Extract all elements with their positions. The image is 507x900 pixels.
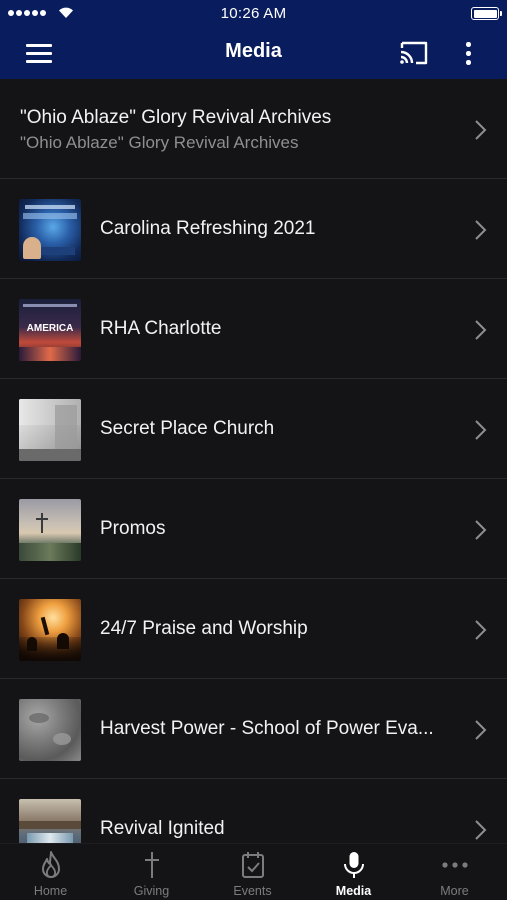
list-item[interactable]: Harvest Power - School of Power Eva... bbox=[0, 679, 507, 779]
list-item[interactable]: Promos bbox=[0, 479, 507, 579]
chevron-right-icon bbox=[475, 420, 487, 440]
status-bar: 10:26 AM bbox=[0, 0, 507, 27]
thumbnail-image bbox=[19, 399, 81, 461]
list-item-title: Carolina Refreshing 2021 bbox=[100, 218, 316, 239]
list-item[interactable]: Carolina Refreshing 2021 bbox=[0, 179, 507, 279]
list-item-title: 24/7 Praise and Worship bbox=[100, 618, 308, 639]
thumbnail-image: AMERICA bbox=[19, 299, 81, 361]
list-item[interactable]: "Ohio Ablaze" Glory Revival Archives "Oh… bbox=[0, 79, 507, 179]
thumbnail-image bbox=[19, 699, 81, 761]
tab-events[interactable]: Events bbox=[202, 844, 303, 900]
tab-label: Home bbox=[33, 884, 68, 898]
list-item-title: RHA Charlotte bbox=[100, 318, 222, 339]
list-item-subtitle: "Ohio Ablaze" Glory Revival Archives bbox=[20, 133, 299, 152]
calendar-check-icon bbox=[241, 852, 264, 878]
thumbnail-caption: AMERICA bbox=[26, 323, 74, 334]
tab-home[interactable]: Home bbox=[0, 844, 101, 900]
chevron-right-icon bbox=[475, 120, 487, 140]
list-item[interactable]: 24/7 Praise and Worship bbox=[0, 579, 507, 679]
tab-giving[interactable]: Giving bbox=[101, 844, 202, 900]
tab-label: More bbox=[440, 884, 469, 898]
more-dots-icon bbox=[441, 862, 468, 868]
thumbnail-image bbox=[19, 499, 81, 561]
thumbnail-image bbox=[19, 599, 81, 661]
navigation-bar: Media bbox=[0, 27, 507, 79]
thumbnail-image bbox=[19, 199, 81, 261]
more-options-icon[interactable] bbox=[455, 39, 481, 67]
chevron-right-icon bbox=[475, 320, 487, 340]
tab-more[interactable]: More bbox=[404, 844, 505, 900]
list-item[interactable]: Secret Place Church bbox=[0, 379, 507, 479]
list-item-title: Promos bbox=[100, 518, 166, 539]
chevron-right-icon bbox=[475, 820, 487, 840]
list-item-title: Revival Ignited bbox=[100, 818, 225, 839]
tab-label: Media bbox=[335, 884, 372, 898]
list-item-title: "Ohio Ablaze" Glory Revival Archives bbox=[20, 107, 332, 128]
chevron-right-icon bbox=[475, 520, 487, 540]
microphone-icon bbox=[343, 852, 364, 878]
cross-icon bbox=[144, 852, 159, 878]
list-item[interactable]: Revival Ignited bbox=[0, 779, 507, 843]
tab-label: Events bbox=[233, 884, 272, 898]
tab-label: Giving bbox=[133, 884, 170, 898]
top-bar: 10:26 AM Media bbox=[0, 0, 507, 79]
chevron-right-icon bbox=[475, 220, 487, 240]
battery-icon bbox=[471, 7, 502, 20]
tab-media[interactable]: Media bbox=[303, 844, 404, 900]
chevron-right-icon bbox=[475, 620, 487, 640]
status-time: 10:26 AM bbox=[220, 5, 287, 22]
tab-bar: Home Giving Events Media More bbox=[0, 843, 507, 900]
cast-icon[interactable] bbox=[397, 39, 431, 67]
list-item-title: Secret Place Church bbox=[100, 418, 275, 439]
thumbnail-image bbox=[19, 799, 81, 843]
flame-icon bbox=[41, 851, 60, 878]
chevron-right-icon bbox=[475, 720, 487, 740]
list-item[interactable]: AMERICA RHA Charlotte bbox=[0, 279, 507, 379]
media-list: "Ohio Ablaze" Glory Revival Archives "Oh… bbox=[0, 79, 507, 843]
list-item-title: Harvest Power - School of Power Eva... bbox=[100, 718, 434, 739]
